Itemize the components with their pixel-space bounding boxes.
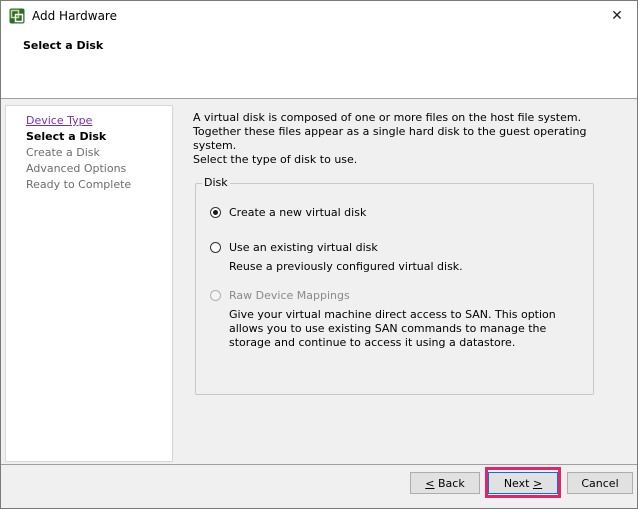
window-title: Add Hardware xyxy=(32,9,117,23)
select-type-label: Select the type of disk to use. xyxy=(193,153,358,166)
wizard-footer: < Back Next > Cancel xyxy=(1,465,637,508)
cancel-button[interactable]: Cancel xyxy=(567,472,633,494)
wizard-content: Device Type Select a Disk Create a Disk … xyxy=(1,99,637,464)
title-bar: Add Hardware ✕ xyxy=(1,1,637,31)
step-select-a-disk: Select a Disk xyxy=(26,130,107,143)
step-advanced-options: Advanced Options xyxy=(26,162,127,175)
disk-group-label: Disk xyxy=(202,176,230,189)
option-raw-device-mappings: Raw Device Mappings xyxy=(210,289,350,302)
close-icon: ✕ xyxy=(611,8,623,24)
step-create-a-disk: Create a Disk xyxy=(26,146,100,159)
step-device-type[interactable]: Device Type xyxy=(26,114,92,128)
back-button[interactable]: < Back xyxy=(410,472,480,494)
close-button[interactable]: ✕ xyxy=(597,1,637,31)
add-hardware-dialog: Add Hardware ✕ Select a Disk Device Type… xyxy=(0,0,638,509)
wizard-header: Select a Disk xyxy=(1,31,637,99)
description-text: A virtual disk is composed of one or mor… xyxy=(193,111,587,152)
disk-groupbox: Disk Create a new virtual disk Use an ex… xyxy=(195,176,594,395)
next-button[interactable]: Next > xyxy=(488,472,558,494)
option-use-existing-disk[interactable]: Use an existing virtual disk xyxy=(210,241,378,254)
vsphere-icon xyxy=(9,8,25,24)
option-description: Give your virtual machine direct access … xyxy=(229,308,556,349)
option-label: Raw Device Mappings xyxy=(229,289,350,302)
wizard-steps-panel: Device Type Select a Disk Create a Disk … xyxy=(5,105,173,462)
radio-create-new-disk[interactable] xyxy=(210,207,221,218)
radio-raw-device-mappings xyxy=(210,290,221,301)
option-create-new-disk[interactable]: Create a new virtual disk xyxy=(210,206,366,219)
option-label: Use an existing virtual disk xyxy=(229,241,378,254)
page-title: Select a Disk xyxy=(23,39,104,52)
step-ready-to-complete: Ready to Complete xyxy=(26,178,132,191)
option-label: Create a new virtual disk xyxy=(229,206,367,219)
radio-use-existing-disk[interactable] xyxy=(210,242,221,253)
option-description: Reuse a previously configured virtual di… xyxy=(229,260,463,273)
